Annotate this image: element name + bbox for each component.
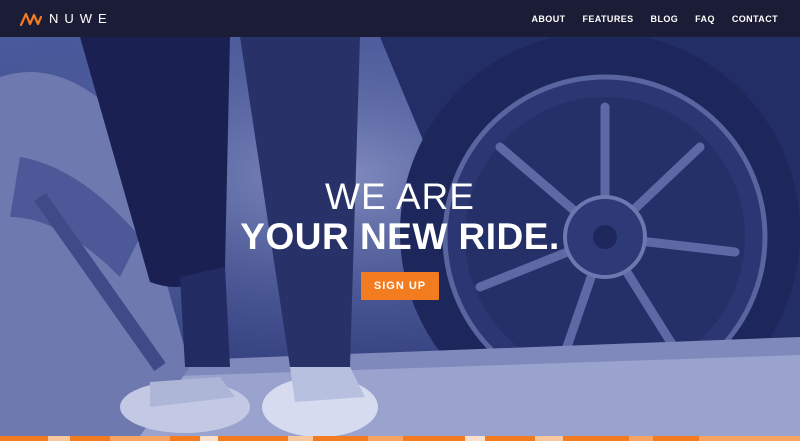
hero-heading-line2: YOUR NEW RIDE. <box>240 216 560 257</box>
nav-link-faq[interactable]: FAQ <box>695 14 715 24</box>
hero-heading-line1: WE ARE <box>325 176 475 217</box>
nav-link-features[interactable]: FEATURES <box>583 14 634 24</box>
nav-link-contact[interactable]: CONTACT <box>732 14 778 24</box>
sign-up-button[interactable]: SIGN UP <box>360 272 440 300</box>
main-nav: ABOUT FEATURES BLOG FAQ CONTACT <box>532 14 779 24</box>
accent-strip <box>0 436 800 441</box>
nav-link-blog[interactable]: BLOG <box>651 14 679 24</box>
hero-content: WE ARE YOUR NEW RIDE. SIGN UP <box>0 177 800 300</box>
top-navbar: NUWE ABOUT FEATURES BLOG FAQ CONTACT <box>0 0 800 37</box>
hero-section: WE ARE YOUR NEW RIDE. SIGN UP <box>0 37 800 436</box>
brand-logo-link[interactable]: NUWE <box>20 11 113 26</box>
nav-link-about[interactable]: ABOUT <box>532 14 566 24</box>
brand-name: NUWE <box>49 11 113 26</box>
nuwe-logo-icon <box>20 12 42 26</box>
